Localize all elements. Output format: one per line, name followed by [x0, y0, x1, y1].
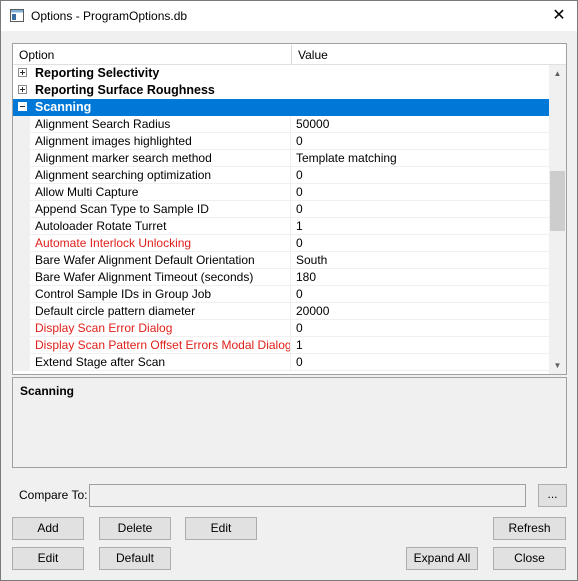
edit-top-button[interactable]: Edit	[185, 517, 257, 540]
property-row[interactable]: Alignment images highlighted 0	[13, 133, 549, 150]
row-gutter	[13, 320, 30, 337]
property-value[interactable]: 0	[291, 167, 549, 184]
category-reporting-surface-roughness[interactable]: Reporting Surface Roughness	[13, 82, 549, 99]
row-gutter	[13, 269, 30, 286]
column-divider[interactable]	[291, 45, 292, 64]
property-value[interactable]: 20000	[291, 303, 549, 320]
property-row[interactable]: Bare Wafer Alignment Default Orientation…	[13, 252, 549, 269]
property-value[interactable]: 1	[291, 337, 549, 354]
default-button[interactable]: Default	[99, 547, 171, 570]
property-row[interactable]: Default circle pattern diameter 20000	[13, 303, 549, 320]
window-title: Options - ProgramOptions.db	[31, 9, 188, 23]
row-gutter	[13, 201, 30, 218]
category-scanning[interactable]: Scanning	[13, 99, 549, 116]
browse-button[interactable]: ...	[538, 484, 567, 507]
property-row[interactable]: Display Scan Error Dialog 0	[13, 320, 549, 337]
property-name[interactable]: Alignment searching optimization	[30, 167, 291, 184]
row-gutter	[13, 354, 30, 371]
row-gutter	[13, 303, 30, 320]
collapse-minus-icon[interactable]	[18, 102, 27, 111]
category-label: Reporting Surface Roughness	[35, 83, 215, 97]
property-row[interactable]: Display Scan Pattern Offset Errors Modal…	[13, 337, 549, 354]
compare-to-label: Compare To:	[19, 488, 88, 502]
property-value[interactable]: 0	[291, 133, 549, 150]
property-value[interactable]: 0	[291, 201, 549, 218]
property-value[interactable]: 0	[291, 286, 549, 303]
property-row[interactable]: Append Scan Type to Sample ID 0	[13, 201, 549, 218]
property-value[interactable]: 1	[291, 218, 549, 235]
property-value[interactable]: Template matching	[291, 150, 549, 167]
property-name[interactable]: Bare Wafer Alignment Timeout (seconds)	[30, 269, 291, 286]
expand-all-button[interactable]: Expand All	[406, 547, 478, 570]
title-bar[interactable]: Options - ProgramOptions.db ✕	[1, 1, 577, 31]
property-name[interactable]: Alignment marker search method	[30, 150, 291, 167]
row-gutter	[13, 286, 30, 303]
row-gutter	[13, 150, 30, 167]
row-gutter	[13, 133, 30, 150]
property-name[interactable]: Display Scan Pattern Offset Errors Modal…	[30, 337, 291, 354]
row-gutter	[13, 167, 30, 184]
property-row[interactable]: Extend Stage after Scan 0	[13, 354, 549, 371]
property-value[interactable]: 0	[291, 184, 549, 201]
row-gutter	[13, 337, 30, 354]
property-value[interactable]: 50000	[291, 116, 549, 133]
property-name[interactable]: Display Scan Error Dialog	[30, 320, 291, 337]
property-value[interactable]: 0	[291, 320, 549, 337]
property-value[interactable]: South	[291, 252, 549, 269]
add-button[interactable]: Add	[12, 517, 84, 540]
property-name[interactable]: Append Scan Type to Sample ID	[30, 201, 291, 218]
grid-rows: Reporting Selectivity Reporting Surface …	[13, 65, 549, 371]
row-gutter	[13, 218, 30, 235]
options-window: Options - ProgramOptions.db ✕ Option Val…	[0, 0, 578, 581]
description-title: Scanning	[20, 384, 75, 398]
scrollbar-thumb[interactable]	[550, 171, 565, 231]
property-row[interactable]: Control Sample IDs in Group Job 0	[13, 286, 549, 303]
property-value[interactable]: 180	[291, 269, 549, 286]
property-name[interactable]: Extend Stage after Scan	[30, 354, 291, 371]
property-grid[interactable]: Option Value Reporting Selectivity Repor…	[12, 43, 567, 375]
property-name[interactable]: Bare Wafer Alignment Default Orientation	[30, 252, 291, 269]
refresh-button[interactable]: Refresh	[493, 517, 566, 540]
property-row[interactable]: Alignment marker search method Template m…	[13, 150, 549, 167]
property-value[interactable]: 0	[291, 354, 549, 371]
property-name[interactable]: Allow Multi Capture	[30, 184, 291, 201]
property-row[interactable]: Automate Interlock Unlocking 0	[13, 235, 549, 252]
row-gutter	[13, 252, 30, 269]
close-icon[interactable]: ✕	[544, 4, 574, 28]
property-name[interactable]: Control Sample IDs in Group Job	[30, 286, 291, 303]
category-label: Scanning	[35, 100, 92, 114]
scroll-up-icon[interactable]: ▲	[549, 65, 566, 82]
expand-plus-icon[interactable]	[18, 68, 27, 77]
app-window-icon	[10, 9, 24, 22]
edit-bottom-button[interactable]: Edit	[12, 547, 84, 570]
close-button[interactable]: Close	[493, 547, 566, 570]
row-gutter	[13, 184, 30, 201]
delete-button[interactable]: Delete	[99, 517, 171, 540]
property-row[interactable]: Alignment searching optimization 0	[13, 167, 549, 184]
vertical-scrollbar[interactable]: ▲ ▼	[549, 65, 566, 374]
property-name[interactable]: Alignment Search Radius	[30, 116, 291, 133]
property-row[interactable]: Autoloader Rotate Turret 1	[13, 218, 549, 235]
value-column-header[interactable]: Value	[298, 48, 328, 62]
compare-to-field[interactable]	[89, 484, 526, 507]
property-name[interactable]: Automate Interlock Unlocking	[30, 235, 291, 252]
scroll-down-icon[interactable]: ▼	[549, 357, 566, 374]
expand-plus-icon[interactable]	[18, 85, 27, 94]
property-name[interactable]: Autoloader Rotate Turret	[30, 218, 291, 235]
option-column-header[interactable]: Option	[19, 48, 54, 62]
row-gutter	[13, 116, 30, 133]
grid-header: Option Value	[13, 44, 566, 65]
description-pane: Scanning	[12, 377, 567, 468]
property-value[interactable]: 0	[291, 235, 549, 252]
property-row[interactable]: Allow Multi Capture 0	[13, 184, 549, 201]
property-row[interactable]: Bare Wafer Alignment Timeout (seconds) 18…	[13, 269, 549, 286]
property-name[interactable]: Alignment images highlighted	[30, 133, 291, 150]
category-label: Reporting Selectivity	[35, 66, 160, 80]
property-row[interactable]: Alignment Search Radius 50000	[13, 116, 549, 133]
row-gutter	[13, 235, 30, 252]
property-name[interactable]: Default circle pattern diameter	[30, 303, 291, 320]
category-reporting-selectivity[interactable]: Reporting Selectivity	[13, 65, 549, 82]
